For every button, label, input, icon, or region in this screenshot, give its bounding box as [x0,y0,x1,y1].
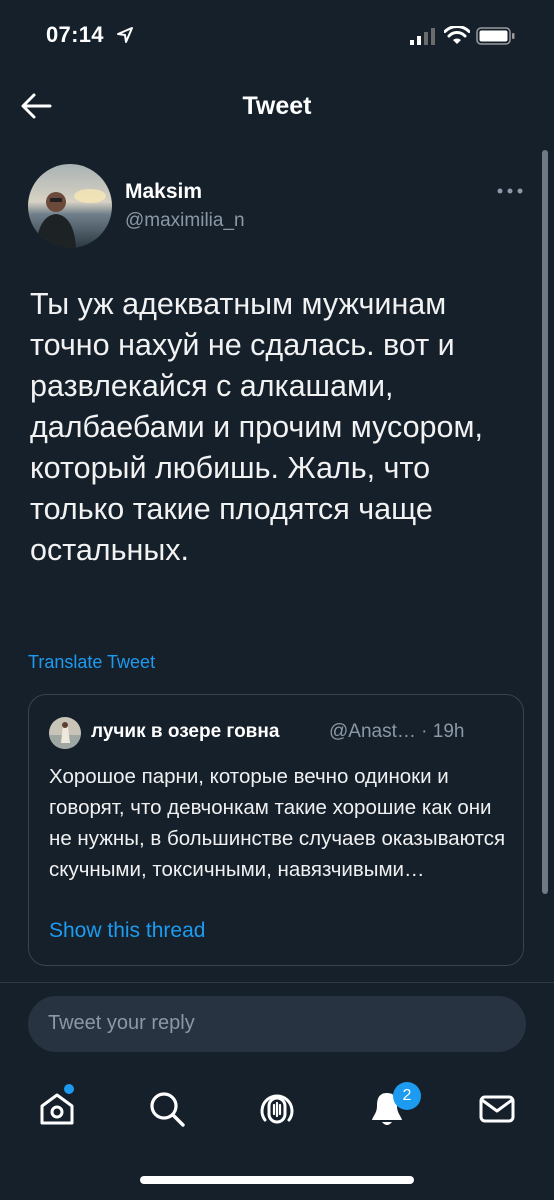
quoted-author-handle-time: @Anast… · 19h [329,721,465,742]
home-indicator[interactable] [140,1176,414,1184]
page-title: Tweet [242,92,312,120]
quoted-tweet-text: Хорошое парни, которые вечно одиноки и г… [49,765,506,881]
status-bar: 07:14 [0,0,554,70]
top-navigation: Tweet [0,70,554,142]
messages-icon[interactable] [476,1088,518,1130]
cellular-signal-icon [410,28,435,45]
search-icon[interactable] [146,1088,188,1130]
status-time: 07:14 [46,22,104,47]
translate-tweet-link[interactable]: Translate Tweet [28,652,155,673]
quoted-tweet[interactable]: лучик в озере говна @Anast… · 19h Хорошо… [28,694,524,966]
home-unread-dot [64,1084,74,1094]
battery-icon [476,27,515,45]
wifi-icon [444,26,470,44]
divider [0,982,554,983]
author-handle[interactable]: @maximilia_n [125,210,245,232]
reply-input[interactable]: Tweet your reply [28,996,526,1052]
reply-placeholder: Tweet your reply [48,1012,195,1034]
tweet-text: Ты уж адекватным мужчинам точно нахуй не… [30,287,483,567]
show-thread-link[interactable]: Show this thread [49,919,205,943]
scrollbar[interactable] [542,150,548,894]
bottom-tab-bar: 2 [0,1070,554,1150]
more-options-icon[interactable] [496,186,524,196]
quoted-author-avatar [49,717,81,749]
notifications-badge: 2 [393,1082,421,1110]
location-arrow-icon [117,27,133,43]
quoted-author-name: лучик в озере говна [91,721,280,742]
author-avatar[interactable] [28,164,112,248]
home-icon[interactable] [36,1088,78,1130]
spaces-icon[interactable] [256,1088,298,1130]
author-name[interactable]: Maksim [125,180,202,204]
